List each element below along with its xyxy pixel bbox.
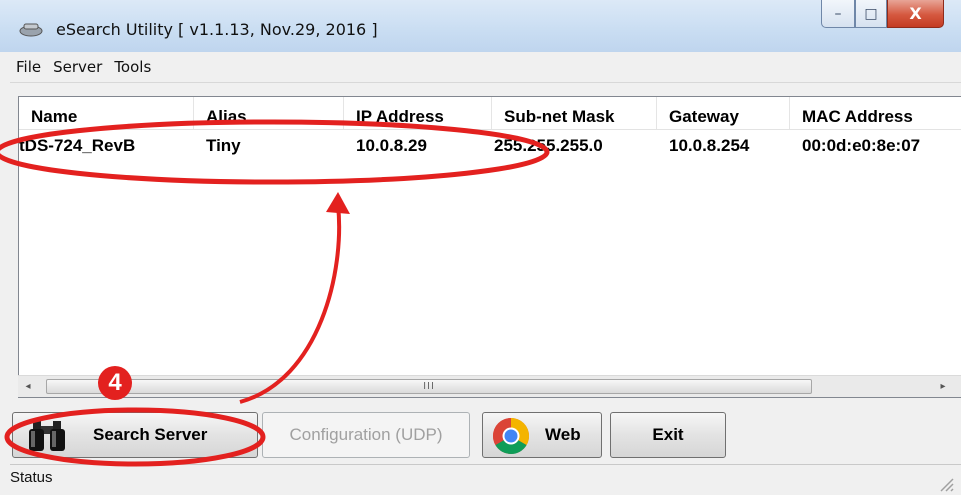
web-label: Web <box>545 425 581 444</box>
column-ip-address[interactable]: IP Address <box>344 97 492 129</box>
column-gateway[interactable]: Gateway <box>657 97 790 129</box>
esearch-app-icon <box>19 23 43 37</box>
maximize-button[interactable]: □ <box>855 0 887 28</box>
grip-icon: III <box>423 381 435 392</box>
table-row[interactable]: tDS-724_RevB Tiny 10.0.8.29 255.255.255.… <box>19 131 961 161</box>
close-icon: X <box>909 4 922 23</box>
column-name[interactable]: Name <box>19 97 194 129</box>
exit-label: Exit <box>652 425 684 444</box>
step-number-badge: 4 <box>98 366 132 400</box>
cell-alias: Tiny <box>206 136 241 155</box>
menu-bar: File Server Tools <box>10 52 961 83</box>
configuration-udp-button[interactable]: Configuration (UDP) <box>262 412 470 458</box>
column-mac-address[interactable]: MAC Address <box>790 97 961 129</box>
configuration-udp-label: Configuration (UDP) <box>289 425 443 444</box>
server-list[interactable]: Name Alias IP Address Sub-net Mask Gatew… <box>18 96 961 398</box>
resize-grip-icon[interactable] <box>935 473 955 493</box>
exit-button[interactable]: Exit <box>610 412 726 458</box>
search-server-label: Search Server <box>93 425 208 444</box>
column-alias[interactable]: Alias <box>194 97 344 129</box>
maximize-icon: □ <box>864 5 878 22</box>
scroll-thumb[interactable]: III <box>46 379 812 394</box>
close-button[interactable]: X <box>887 0 944 28</box>
title-bar[interactable]: eSearch Utility [ v1.1.13, Nov.29, 2016 … <box>0 0 961 52</box>
horizontal-scrollbar[interactable]: ◂ III ▸ <box>18 375 961 397</box>
menu-tools[interactable]: Tools <box>108 58 157 76</box>
scroll-left-icon[interactable]: ◂ <box>18 376 38 397</box>
cell-mac-address: 00:0d:e0:8e:07 <box>802 136 921 155</box>
status-bar: Status <box>10 464 961 495</box>
web-button[interactable]: Web <box>482 412 602 458</box>
cell-gateway: 10.0.8.254 <box>669 136 750 155</box>
list-header: Name Alias IP Address Sub-net Mask Gatew… <box>19 97 961 130</box>
cell-subnet-mask: 255.255.255.0 <box>494 136 603 155</box>
minimize-icon: – <box>834 5 842 22</box>
esearch-window: eSearch Utility [ v1.1.13, Nov.29, 2016 … <box>0 0 961 495</box>
search-server-button[interactable]: Search Server <box>12 412 258 458</box>
scroll-right-icon[interactable]: ▸ <box>933 376 953 397</box>
column-subnet-mask[interactable]: Sub-net Mask <box>492 97 657 129</box>
minimize-button[interactable]: – <box>821 0 855 28</box>
chrome-icon <box>492 418 530 455</box>
binoculars-icon <box>29 421 65 451</box>
menu-server[interactable]: Server <box>47 58 108 76</box>
window-title: eSearch Utility [ v1.1.13, Nov.29, 2016 … <box>56 20 378 39</box>
menu-file[interactable]: File <box>10 58 47 76</box>
status-text: Status <box>10 469 53 486</box>
cell-ip-address: 10.0.8.29 <box>356 136 427 155</box>
cell-name: tDS-724_RevB <box>19 136 136 155</box>
